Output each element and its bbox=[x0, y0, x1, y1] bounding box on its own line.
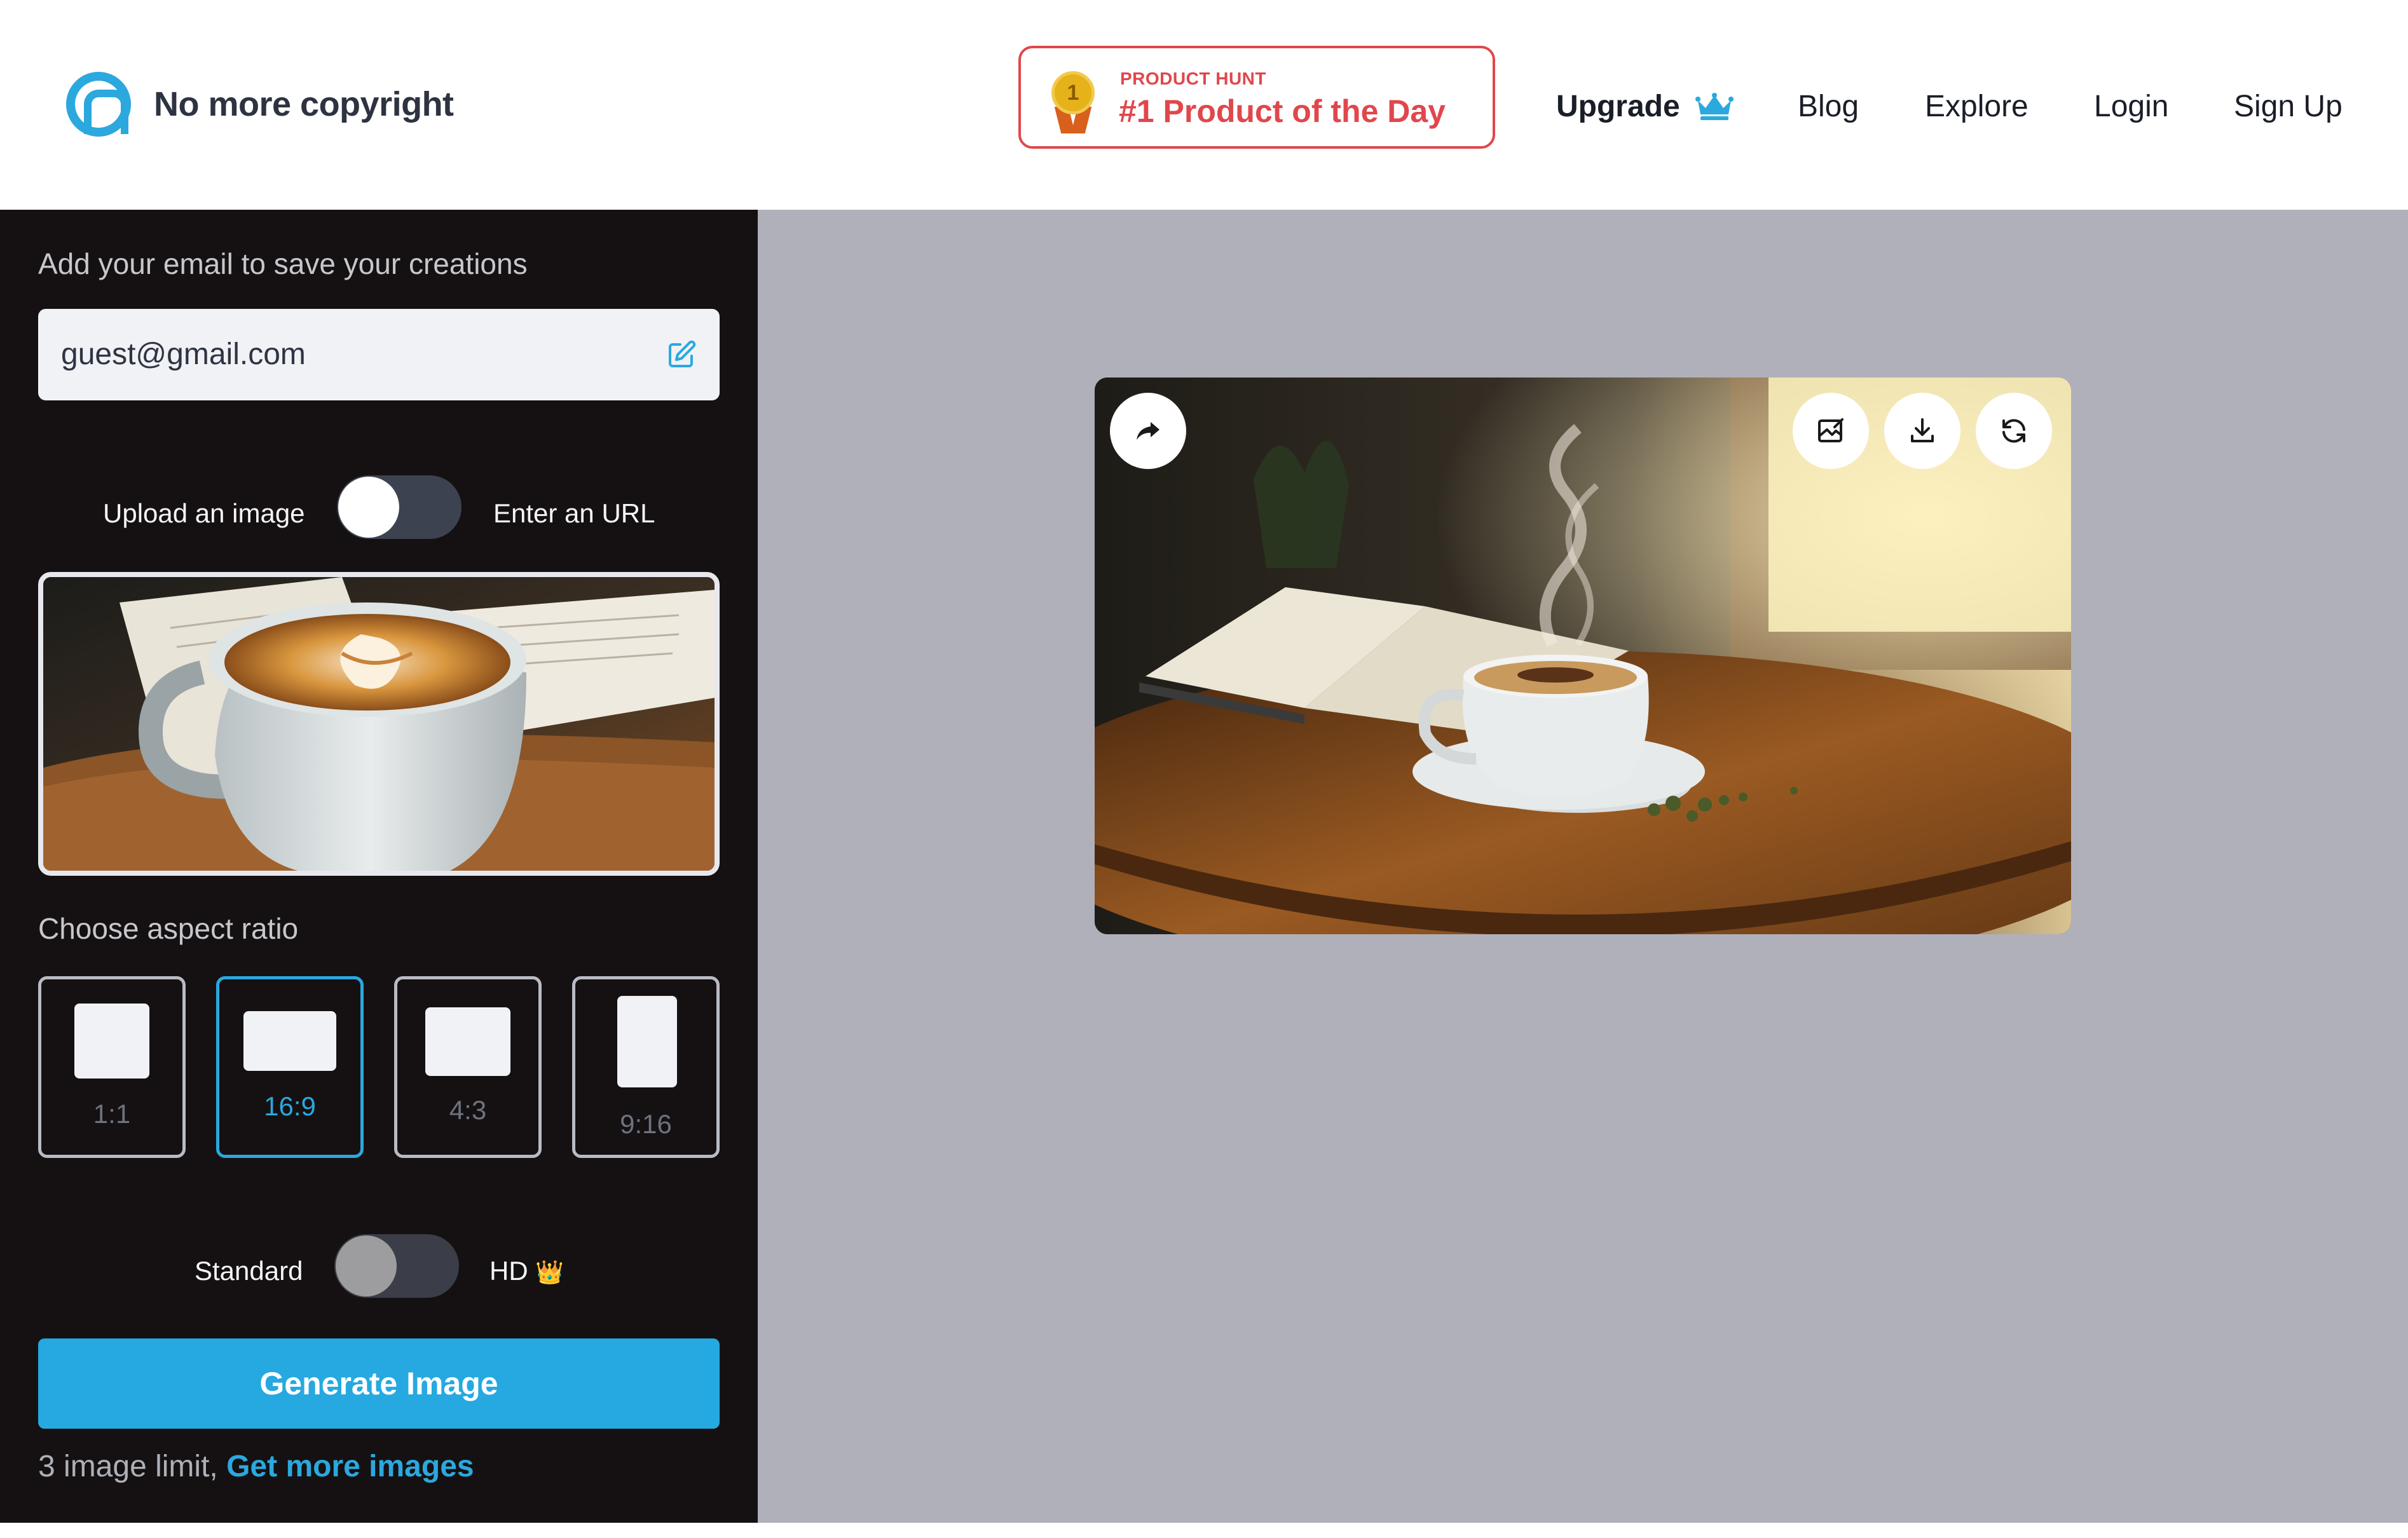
hd-crown-icon: 👑 bbox=[535, 1259, 564, 1285]
download-icon bbox=[1911, 418, 1934, 442]
quality-toggle[interactable] bbox=[334, 1234, 459, 1298]
toggle-knob bbox=[338, 477, 399, 538]
aspect-label: 4:3 bbox=[449, 1095, 487, 1125]
nav-upgrade-label: Upgrade bbox=[1556, 90, 1680, 123]
badge-caption: PRODUCT HUNT bbox=[1120, 69, 1266, 88]
brand[interactable]: No more copyright bbox=[66, 71, 454, 137]
latte-photo bbox=[43, 577, 715, 871]
generate-image-button[interactable]: Generate Image bbox=[38, 1338, 720, 1429]
limit-text: 3 image limit, bbox=[38, 1450, 218, 1483]
get-more-images-link[interactable]: Get more images bbox=[226, 1450, 474, 1483]
share-button[interactable] bbox=[1110, 393, 1186, 469]
aspect-label: 16:9 bbox=[264, 1091, 316, 1121]
aspect-option-1-1[interactable]: 1:1 bbox=[38, 976, 186, 1158]
uploaded-image-preview[interactable] bbox=[38, 572, 720, 876]
aspect-option-16-9[interactable]: 16:9 bbox=[216, 976, 364, 1158]
nav-login[interactable]: Login bbox=[2094, 86, 2168, 127]
edit-icon[interactable] bbox=[666, 339, 697, 370]
landscape-shape-icon bbox=[425, 1007, 510, 1076]
nav-signup[interactable]: Sign Up bbox=[2234, 86, 2343, 127]
brand-logo-icon bbox=[66, 72, 131, 137]
upload-image-label: Upload an image bbox=[103, 498, 305, 528]
nav-upgrade[interactable]: Upgrade bbox=[1556, 86, 1734, 127]
medal-icon: 1 bbox=[1049, 71, 1097, 135]
source-toggle[interactable] bbox=[337, 475, 462, 539]
share-icon bbox=[1137, 422, 1160, 440]
download-button[interactable] bbox=[1884, 393, 1960, 469]
standard-label: Standard bbox=[195, 1256, 303, 1286]
nav-explore[interactable]: Explore bbox=[1925, 86, 2028, 127]
top-header: No more copyright 1 PRODUCT HUNT #1 Prod… bbox=[0, 0, 2408, 210]
regenerate-button[interactable] bbox=[1976, 393, 2052, 469]
aspect-option-4-3[interactable]: 4:3 bbox=[394, 976, 542, 1158]
wide-shape-icon bbox=[243, 1011, 336, 1071]
portrait-shape-icon bbox=[617, 996, 677, 1087]
aspect-label: 9:16 bbox=[620, 1109, 672, 1139]
enter-url-label: Enter an URL bbox=[493, 498, 655, 528]
generated-image[interactable] bbox=[1095, 378, 2071, 934]
email-prompt: Add your email to save your creations bbox=[38, 247, 528, 280]
email-field[interactable]: guest@gmail.com bbox=[38, 309, 720, 400]
edit-image-icon bbox=[1818, 418, 1844, 442]
hd-label: HD 👑 bbox=[489, 1256, 564, 1286]
refresh-icon bbox=[2002, 419, 2025, 443]
square-shape-icon bbox=[74, 1004, 149, 1079]
bottom-strip bbox=[0, 1523, 2408, 1538]
nav-blog[interactable]: Blog bbox=[1798, 86, 1859, 127]
badge-title: #1 Product of the Day bbox=[1119, 93, 1446, 129]
medal-number: 1 bbox=[1051, 71, 1095, 114]
aspect-ratio-title: Choose aspect ratio bbox=[38, 912, 299, 945]
brand-name: No more copyright bbox=[154, 85, 454, 123]
aspect-label: 1:1 bbox=[93, 1099, 131, 1129]
email-value: guest@gmail.com bbox=[61, 337, 306, 371]
product-hunt-badge[interactable]: 1 PRODUCT HUNT #1 Product of the Day bbox=[1018, 46, 1495, 149]
crown-icon bbox=[1695, 93, 1734, 120]
toggle-knob bbox=[336, 1235, 397, 1296]
aspect-option-9-16[interactable]: 9:16 bbox=[572, 976, 720, 1158]
image-limit-text: 3 image limit, Get more images bbox=[38, 1449, 474, 1484]
edit-image-button[interactable] bbox=[1793, 393, 1869, 469]
